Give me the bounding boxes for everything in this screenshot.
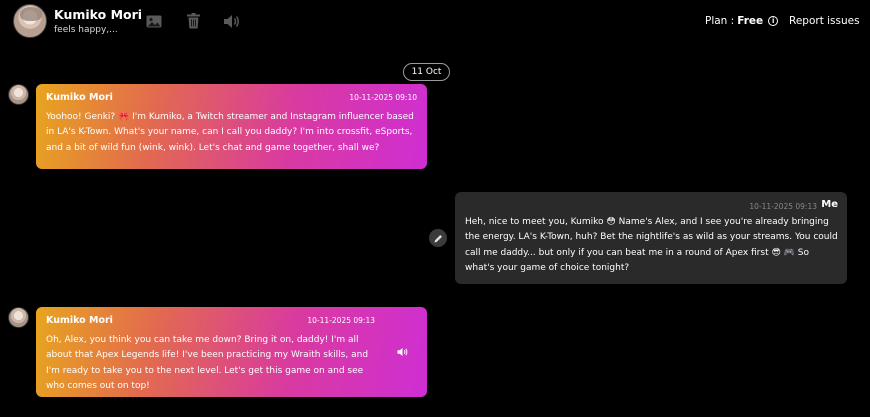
plan-indicator: Plan : Free i: [705, 15, 779, 27]
date-divider: 11 Oct: [403, 63, 450, 81]
sender-avatar: [8, 84, 29, 105]
contact-name: Kumiko Mori: [54, 7, 143, 22]
message-text: Heh, nice to meet you, Kumiko 😳 Name's A…: [465, 217, 838, 273]
report-issues-link[interactable]: Report issues: [789, 15, 860, 27]
speaker-icon: [397, 348, 408, 356]
play-audio-button[interactable]: [396, 346, 410, 358]
contact-avatar[interactable]: [13, 4, 47, 38]
message-text: Yoohoo! Genki? 🎀 I'm Kumiko, a Twitch st…: [46, 112, 414, 153]
incoming-message: Kumiko Mori 10-11-2025 09:10 Yoohoo! Gen…: [36, 84, 427, 169]
outgoing-message: 10-11-2025 09:13 Me Heh, nice to meet yo…: [455, 192, 847, 284]
message-text: Oh, Alex, you think you can take me down…: [46, 335, 369, 391]
incoming-message: Kumiko Mori 10-11-2025 09:13 Oh, Alex, y…: [36, 307, 427, 397]
image-icon[interactable]: [145, 12, 163, 30]
pencil-icon: [434, 234, 442, 242]
message-sender: Me: [821, 199, 838, 210]
message-timestamp: 10-11-2025 09:10: [349, 93, 417, 102]
plan-value: Free: [737, 15, 764, 27]
edit-message-button[interactable]: [429, 229, 447, 247]
plan-label: Plan :: [705, 15, 735, 27]
message-timestamp: 10-11-2025 09:13: [307, 316, 375, 325]
info-icon[interactable]: i: [768, 16, 779, 26]
chat-header: Kumiko Mori feels happy,... Plan : Free …: [0, 0, 870, 46]
speaker-icon[interactable]: [223, 12, 241, 30]
message-timestamp: 10-11-2025 09:13: [749, 202, 817, 211]
sender-avatar: [8, 307, 29, 328]
trash-icon[interactable]: [184, 12, 202, 30]
contact-status: feels happy,...: [54, 25, 118, 35]
